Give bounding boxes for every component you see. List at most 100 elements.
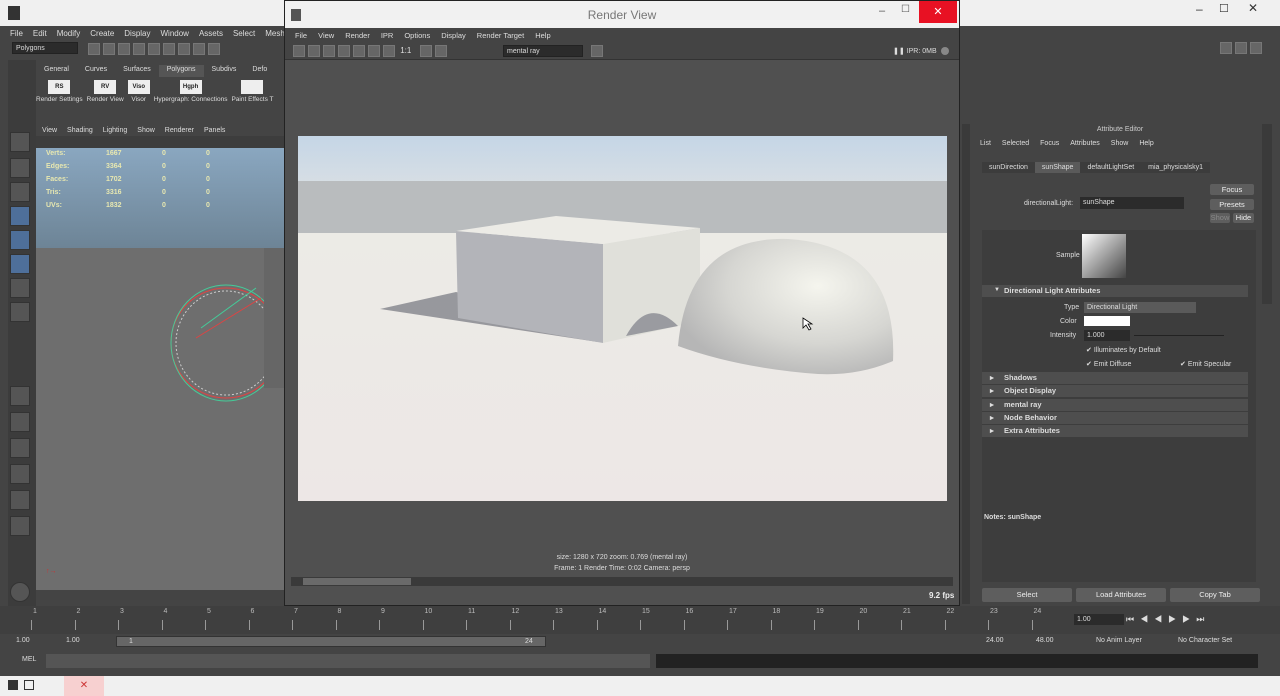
section-object-display[interactable]: ▸ Object Display	[982, 385, 1248, 398]
menu-item-file[interactable]: File	[10, 29, 23, 38]
render-settings-icon[interactable]	[591, 45, 603, 57]
remove-image-icon[interactable]	[434, 45, 447, 57]
shelf-tab-polygons[interactable]: Polygons	[158, 65, 204, 77]
rv-menu-render[interactable]: Render	[345, 31, 370, 40]
channel-box-side-tab[interactable]	[1262, 124, 1272, 304]
node-tab-sundirection[interactable]: sunDirection	[982, 162, 1035, 173]
shelf-button[interactable]: RS Render Settings	[36, 80, 83, 103]
show-button[interactable]: Show	[1210, 213, 1230, 223]
load-attributes-button[interactable]: Load Attributes	[1076, 588, 1166, 602]
ae-menu-selected[interactable]: Selected	[1002, 140, 1029, 147]
section-mental-ray[interactable]: ▸ mental ray	[982, 398, 1248, 411]
redo-render-icon[interactable]	[293, 45, 305, 57]
mel-label[interactable]: MEL	[22, 656, 36, 663]
ae-menu-show[interactable]: Show	[1111, 140, 1129, 147]
snapshot-icon[interactable]	[353, 45, 365, 57]
shelf-tab-subdivs[interactable]: Subdivs	[204, 65, 245, 77]
section-shadows[interactable]: ▸ Shadows	[982, 372, 1248, 384]
node-tab-sunshape[interactable]: sunShape	[1034, 162, 1081, 173]
open-scene-icon[interactable]	[103, 43, 115, 55]
rv-menu-render-target[interactable]: Render Target	[477, 31, 524, 40]
minimize-icon[interactable]: –	[1196, 2, 1203, 16]
hide-button[interactable]: Hide	[1233, 213, 1254, 223]
menuset-dropdown[interactable]: Polygons	[12, 42, 78, 54]
persp-viewport[interactable]: Verts: 1667 0 0 Edges: 3364 0 0 Faces: 1702 0 0 Tris…	[36, 148, 286, 590]
section-directional-light-attributes[interactable]: Directional Light Attributes	[982, 285, 1248, 297]
select-tool-icon[interactable]	[10, 132, 30, 152]
select-component-icon[interactable]	[163, 43, 175, 55]
section-extra-attributes[interactable]: ▸ Extra Attributes	[982, 425, 1248, 438]
alpha-channel-icon[interactable]	[383, 45, 395, 57]
focus-button[interactable]: Focus	[1210, 184, 1254, 195]
menu-item-edit[interactable]: Edit	[33, 29, 47, 38]
custom-layout-icon[interactable]	[10, 516, 30, 536]
ae-menu-attributes[interactable]: Attributes	[1070, 140, 1100, 147]
playback-end-field[interactable]: 24.00	[986, 637, 1004, 644]
rv-maximize-icon[interactable]: ☐	[901, 4, 910, 15]
rendered-image[interactable]	[298, 136, 947, 501]
end-time-field[interactable]: 48.00	[1036, 637, 1054, 644]
snap-point-icon[interactable]	[208, 43, 220, 55]
node-tab-mia_physicalsky1[interactable]: mia_physicalsky1	[1141, 162, 1211, 173]
menu-item-modify[interactable]: Modify	[57, 29, 81, 38]
playback-start-field[interactable]: 1.00	[66, 637, 80, 644]
refresh-icon[interactable]	[323, 45, 335, 57]
script-editor-icon[interactable]	[10, 582, 30, 602]
playback-controls[interactable]: ⏮◀◀▶▶⏭	[1126, 614, 1210, 625]
snap-grid-icon[interactable]	[178, 43, 190, 55]
menu-item-select[interactable]: Select	[233, 29, 255, 38]
rv-menu-ipr[interactable]: IPR	[381, 31, 394, 40]
menu-item-create[interactable]: Create	[90, 29, 114, 38]
rv-menu-display[interactable]: Display	[441, 31, 466, 40]
expand-arrow-icon[interactable]: ▼	[994, 287, 1000, 293]
graph-layout-icon[interactable]	[10, 464, 30, 484]
presets-button[interactable]: Presets	[1210, 199, 1254, 210]
menu-item-assets[interactable]: Assets	[199, 29, 223, 38]
menu-item-display[interactable]: Display	[124, 29, 150, 38]
mel-input[interactable]	[46, 654, 650, 668]
rv-menu-view[interactable]: View	[318, 31, 334, 40]
ae-menu-focus[interactable]: Focus	[1040, 140, 1059, 147]
menu-item-mesh[interactable]: Mesh	[265, 29, 285, 38]
ae-menu-list[interactable]: List	[980, 140, 991, 147]
layout-icon[interactable]	[1250, 42, 1262, 54]
viewport-menu-show[interactable]: Show	[137, 127, 155, 134]
four-pane-layout-icon[interactable]	[10, 412, 30, 432]
rgb-channel-icon[interactable]	[368, 45, 380, 57]
viewport-menu-renderer[interactable]: Renderer	[165, 127, 194, 134]
save-scene-icon[interactable]	[118, 43, 130, 55]
panel-splitter[interactable]	[962, 124, 970, 604]
emit-specular-checkbox[interactable]: ✔ Emit Specular	[1180, 360, 1231, 368]
hypershade-layout-icon[interactable]	[10, 490, 30, 510]
rotate-tool-icon[interactable]	[10, 230, 30, 250]
anim-layer-dropdown[interactable]: No Anim Layer	[1096, 637, 1142, 644]
viewport-menu-view[interactable]: View	[42, 127, 57, 134]
paint-select-icon[interactable]	[10, 182, 30, 202]
node-tab-defaultlightset[interactable]: defaultLightSet	[1080, 162, 1142, 173]
character-set-dropdown[interactable]: No Character Set	[1178, 637, 1232, 644]
select-button[interactable]: Select	[982, 588, 1072, 602]
menu-item-window[interactable]: Window	[161, 29, 189, 38]
illuminates-default-checkbox[interactable]: ✔ Illuminates by Default	[1086, 346, 1161, 354]
intensity-slider[interactable]	[1134, 335, 1224, 336]
section-node-behavior[interactable]: ▸ Node Behavior	[982, 411, 1248, 424]
start-time-field[interactable]: 1.00	[16, 637, 30, 644]
shelf-tab-general[interactable]: General	[36, 65, 77, 77]
viewport-menu-lighting[interactable]: Lighting	[103, 127, 128, 134]
scrollbar-thumb[interactable]	[303, 578, 411, 585]
single-pane-layout-icon[interactable]	[10, 386, 30, 406]
color-swatch[interactable]	[1084, 316, 1130, 326]
rv-menu-file[interactable]: File	[295, 31, 307, 40]
channel-box-toggle-icon[interactable]	[1220, 42, 1232, 54]
renderer-dropdown[interactable]: mental ray	[503, 45, 583, 57]
shelf-button[interactable]: Paint Effects T	[231, 80, 273, 103]
copy-tab-button[interactable]: Copy Tab	[1170, 588, 1260, 602]
scale-tool-icon[interactable]	[10, 254, 30, 274]
rv-close-button[interactable]: ✕	[919, 1, 957, 23]
keep-image-icon[interactable]	[419, 45, 432, 57]
taskbar-close-icon[interactable]: ✕	[64, 676, 104, 696]
ipr-render-icon[interactable]	[308, 45, 320, 57]
current-frame-field[interactable]: 1.00	[1074, 614, 1124, 625]
shelf-button[interactable]: Viso Visor	[127, 80, 150, 103]
move-tool-icon[interactable]	[10, 206, 30, 226]
